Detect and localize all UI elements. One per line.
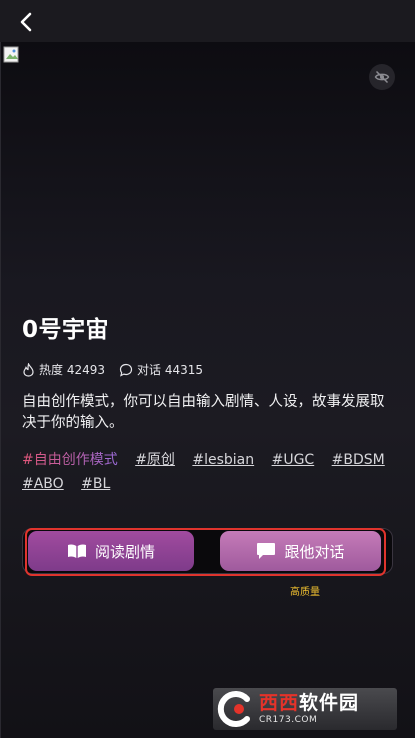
watermark-brand: 西西软件园 [259, 691, 360, 714]
watermark-brand-white: 软件园 [299, 691, 360, 714]
tag-abo[interactable]: #ABO [22, 472, 64, 496]
tag-ugc[interactable]: #UGC [272, 448, 315, 472]
book-icon [67, 544, 86, 558]
message-icon [257, 543, 276, 559]
tag-list: #自由创作模式 #原创 #lesbian #UGC #BDSM #ABO #BL [22, 448, 402, 496]
quality-badge: 高质量 [290, 587, 320, 598]
chat-with-him-button[interactable]: 跟他对话 [220, 531, 381, 571]
read-story-button[interactable]: 阅读剧情 [28, 531, 194, 571]
heat-stat: 热度 42493 [22, 361, 105, 378]
watermark: 西西软件园 CR173.COM [213, 688, 397, 730]
story-description: 自由创作模式，你可以自由输入剧情、人设，故事发展取决于你的输入。 [22, 394, 385, 431]
cr-logo-icon [217, 691, 250, 727]
eye-off-icon [374, 70, 390, 84]
tag-lesbian[interactable]: #lesbian [192, 448, 254, 472]
chat-value: 44315 [164, 362, 204, 377]
chat-label: 对话 [137, 363, 162, 377]
hide-toggle-button[interactable] [369, 64, 395, 90]
top-bar [0, 0, 415, 42]
heat-label: 热度 [39, 363, 64, 377]
watermark-url: CR173.COM [259, 714, 318, 725]
watermark-text: 西西软件园 CR173.COM [259, 691, 360, 725]
broken-image-icon [3, 46, 19, 63]
tag-bl[interactable]: #BL [81, 472, 110, 496]
heat-value: 42493 [66, 362, 106, 377]
story-title: 0号宇宙 [22, 317, 110, 343]
back-arrow-icon[interactable] [14, 10, 38, 34]
tag-original[interactable]: #原创 [135, 448, 175, 472]
story-stats: 热度 42493 对话 44315 [22, 361, 217, 378]
chat-bubble-icon [119, 363, 133, 377]
chat-stat: 对话 44315 [119, 361, 203, 378]
tag-bdsm[interactable]: #BDSM [332, 448, 385, 472]
read-story-label: 阅读剧情 [94, 542, 155, 561]
story-cover-background [0, 42, 415, 738]
chat-with-him-label: 跟他对话 [284, 542, 345, 561]
watermark-brand-red: 西西 [259, 691, 300, 714]
flame-icon [23, 362, 34, 377]
tag-free-creation[interactable]: #自由创作模式 [22, 448, 118, 472]
